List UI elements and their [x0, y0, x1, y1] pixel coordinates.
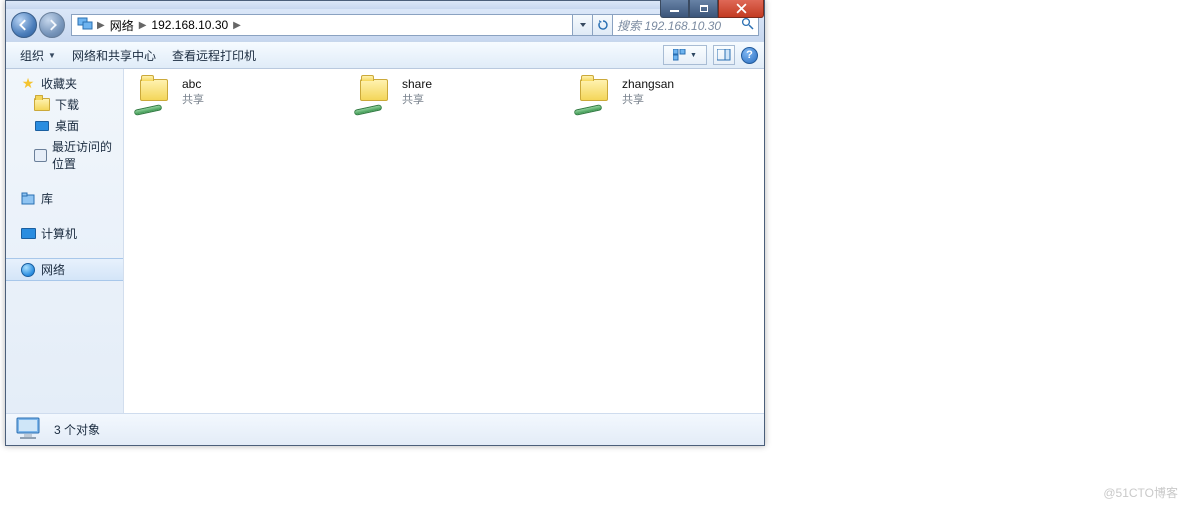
share-subtitle: 共享	[622, 91, 674, 107]
sidebar-item-label: 最近访问的位置	[52, 138, 115, 172]
breadcrumb-network[interactable]: 网络	[106, 15, 138, 35]
status-bar: 3 个对象	[6, 413, 764, 445]
titlebar[interactable]	[6, 1, 764, 9]
chevron-right-icon: ▶	[232, 20, 242, 31]
preview-pane-button[interactable]	[713, 45, 735, 65]
chevron-right-icon: ▶	[138, 20, 148, 31]
computer-icon	[14, 415, 46, 444]
sidebar-item-recent[interactable]: 最近访问的位置	[6, 136, 123, 174]
sidebar-network-header[interactable]: 网络	[6, 258, 123, 281]
content-pane[interactable]: abc共享share共享zhangsan共享	[124, 69, 764, 413]
search-placeholder: 搜索 192.168.10.30	[617, 17, 721, 34]
chevron-down-icon: ▼	[690, 52, 697, 59]
share-folder-icon	[354, 77, 394, 113]
organize-label: 组织	[20, 47, 44, 64]
sidebar-computer-group: 计算机	[6, 223, 123, 244]
refresh-button[interactable]	[593, 14, 613, 36]
organize-menu[interactable]: 组织 ▼	[12, 44, 64, 67]
libraries-label: 库	[41, 190, 53, 207]
network-sharing-center-button[interactable]: 网络和共享中心	[64, 44, 164, 67]
address-dropdown-button[interactable]	[573, 14, 593, 36]
download-icon	[34, 97, 50, 113]
search-icon	[741, 17, 754, 33]
sidebar-favorites-header[interactable]: ★ 收藏夹	[6, 73, 123, 94]
close-button[interactable]	[718, 0, 764, 18]
share-text: abc共享	[182, 77, 204, 107]
share-subtitle: 共享	[402, 91, 432, 107]
window-controls	[660, 0, 764, 19]
breadcrumb-host[interactable]: 192.168.10.30	[147, 15, 232, 35]
favorites-label: 收藏夹	[41, 75, 77, 92]
desktop-icon	[34, 118, 50, 134]
sidebar-item-label: 桌面	[55, 117, 79, 134]
back-button[interactable]	[11, 12, 37, 38]
help-label: ?	[746, 49, 753, 61]
network-icon	[20, 262, 36, 278]
sidebar-item-downloads[interactable]: 下载	[6, 94, 123, 115]
computer-icon	[20, 226, 36, 242]
explorer-window: ▶ 网络 ▶ 192.168.10.30 ▶ 搜索 192.168.10.30 …	[5, 0, 765, 446]
help-button[interactable]: ?	[741, 47, 758, 64]
nav-buttons	[11, 12, 65, 38]
sidebar-libraries-group: 库	[6, 188, 123, 209]
share-folder-icon	[134, 77, 174, 113]
nav-row: ▶ 网络 ▶ 192.168.10.30 ▶ 搜索 192.168.10.30	[6, 9, 764, 41]
sidebar-network-group: 网络	[6, 258, 123, 281]
share-name: abc	[182, 77, 204, 91]
address-bar[interactable]: ▶ 网络 ▶ 192.168.10.30 ▶	[71, 14, 573, 36]
share-text: share共享	[402, 77, 432, 107]
share-name: share	[402, 77, 432, 91]
watermark: @51CTO博客	[1103, 484, 1178, 501]
sidebar-libraries-header[interactable]: 库	[6, 188, 123, 209]
share-subtitle: 共享	[182, 91, 204, 107]
sidebar-computer-header[interactable]: 计算机	[6, 223, 123, 244]
minimize-button[interactable]	[660, 0, 689, 18]
share-item[interactable]: abc共享	[134, 77, 314, 113]
share-folder-icon	[574, 77, 614, 113]
view-remote-printers-button[interactable]: 查看远程打印机	[164, 44, 264, 67]
library-icon	[20, 191, 36, 207]
address-wrap: ▶ 网络 ▶ 192.168.10.30 ▶ 搜索 192.168.10.30	[71, 14, 759, 36]
computer-label: 计算机	[41, 225, 77, 242]
sidebar-item-desktop[interactable]: 桌面	[6, 115, 123, 136]
chevron-right-icon: ▶	[96, 20, 106, 31]
share-text: zhangsan共享	[622, 77, 674, 107]
toolbar: 组织 ▼ 网络和共享中心 查看远程打印机 ▼	[6, 41, 764, 69]
view-printers-label: 查看远程打印机	[172, 47, 256, 64]
status-text: 3 个对象	[54, 421, 100, 438]
maximize-button[interactable]	[689, 0, 718, 18]
recent-icon	[34, 147, 47, 163]
share-item[interactable]: zhangsan共享	[574, 77, 754, 113]
view-options-button[interactable]: ▼	[663, 45, 707, 65]
sidebar-favorites-group: ★ 收藏夹 下载 桌面 最近访问的位置	[6, 73, 123, 174]
sidebar: ★ 收藏夹 下载 桌面 最近访问的位置	[6, 69, 124, 413]
toolbar-right: ▼ ?	[663, 45, 758, 65]
share-item[interactable]: share共享	[354, 77, 534, 113]
network-icon	[77, 17, 93, 34]
explorer-body: ★ 收藏夹 下载 桌面 最近访问的位置	[6, 69, 764, 413]
network-label: 网络	[41, 261, 65, 278]
sidebar-item-label: 下载	[55, 96, 79, 113]
chevron-down-icon: ▼	[48, 51, 56, 60]
share-name: zhangsan	[622, 77, 674, 91]
forward-button[interactable]	[39, 12, 65, 38]
star-icon: ★	[20, 76, 36, 92]
network-center-label: 网络和共享中心	[72, 47, 156, 64]
